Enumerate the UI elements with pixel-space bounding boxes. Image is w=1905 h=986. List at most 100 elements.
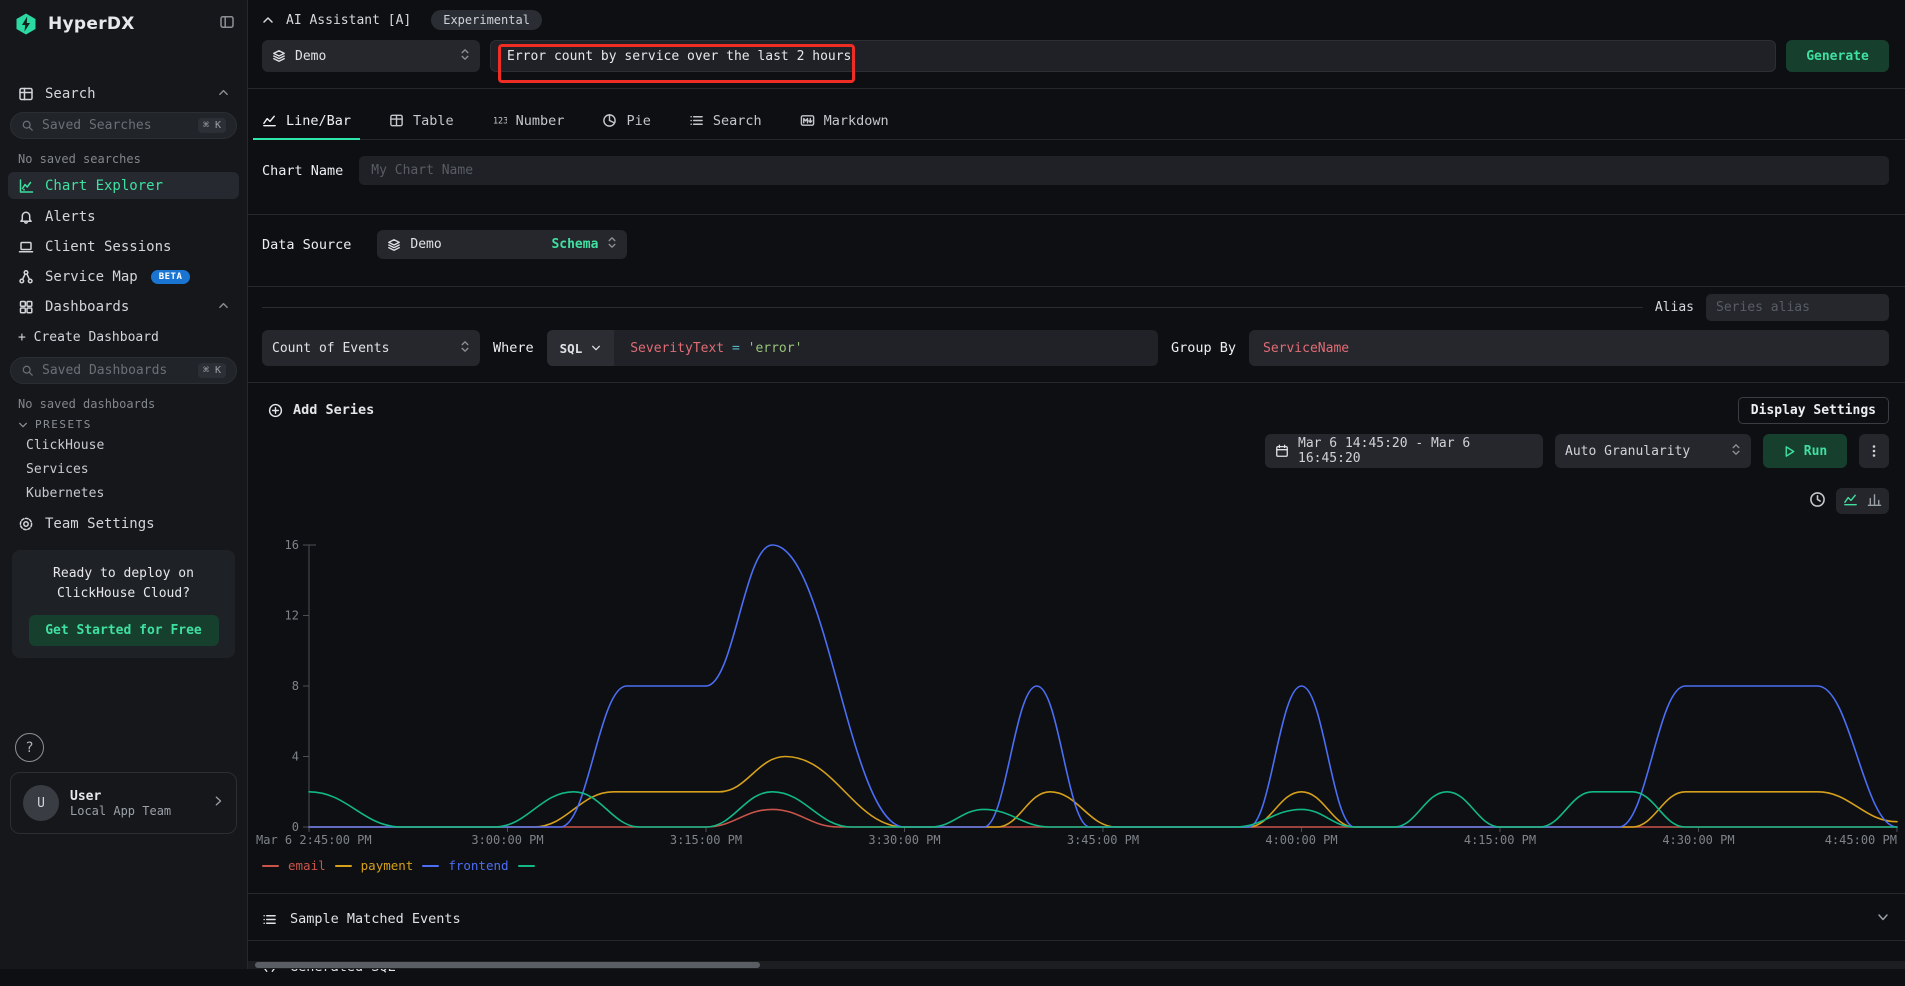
group-by-input[interactable] — [1249, 330, 1889, 366]
chevron-down-icon[interactable] — [1877, 911, 1889, 927]
aggregation-select[interactable]: Count of Events — [262, 330, 480, 366]
chart-type-tabs: Line/Bar Table 123 Number Pie Search Mar… — [262, 102, 1905, 140]
help-icon: ? — [25, 740, 33, 756]
logo-row: HyperDX — [14, 12, 235, 36]
divider — [248, 88, 1905, 89]
line-view-toggle[interactable] — [1843, 492, 1858, 511]
sidebar-item-label: Client Sessions — [45, 239, 171, 255]
where-expression-input[interactable]: SeverityText = 'error' — [614, 341, 818, 356]
chart-view-toggles — [1809, 488, 1889, 514]
where-field-token: SeverityText — [630, 341, 724, 356]
display-settings-button[interactable]: Display Settings — [1738, 397, 1889, 424]
divider — [248, 382, 1905, 383]
sidebar-item-search[interactable]: Search — [8, 80, 239, 107]
promo-text: Ready to deploy on ClickHouse Cloud? — [22, 564, 225, 603]
select-chevrons-icon — [460, 339, 470, 358]
series-line-frontend — [309, 545, 1897, 827]
sidebar-item-label: Team Settings — [45, 516, 155, 532]
divider — [262, 307, 1643, 308]
svg-text:4:30:00 PM: 4:30:00 PM — [1662, 833, 1734, 847]
legend-item-unnamed[interactable] — [518, 865, 535, 867]
more-options-button[interactable] — [1859, 434, 1889, 468]
add-series-button[interactable]: Add Series — [268, 402, 374, 418]
tab-number[interactable]: 123 Number — [492, 102, 565, 139]
chevron-right-icon — [212, 795, 224, 811]
tab-label: Table — [413, 113, 454, 129]
divider — [248, 893, 1905, 894]
chart-name-input[interactable] — [359, 156, 1889, 185]
alias-input[interactable] — [1706, 294, 1889, 321]
get-started-button[interactable]: Get Started for Free — [29, 615, 219, 646]
chevron-up-icon[interactable] — [218, 299, 229, 315]
preset-services[interactable]: Services — [26, 462, 89, 477]
chart-name-row: Chart Name — [262, 156, 1889, 185]
svg-text:4:15:00 PM: 4:15:00 PM — [1464, 833, 1536, 847]
preset-clickhouse[interactable]: ClickHouse — [26, 438, 104, 453]
sidebar-item-service-map[interactable]: Service Map BETA — [8, 263, 239, 290]
where-label: Where — [493, 340, 534, 356]
horizontal-scrollbar-thumb[interactable] — [255, 962, 760, 968]
laptop-icon — [18, 239, 34, 255]
series-row: Count of Events Where SQL SeverityText =… — [262, 330, 1889, 366]
svg-text:16: 16 — [285, 538, 299, 552]
play-icon — [1783, 445, 1796, 458]
sidebar-item-alerts[interactable]: Alerts — [8, 203, 239, 230]
svg-text:3:00:00 PM: 3:00:00 PM — [471, 833, 543, 847]
sidebar-item-team-settings[interactable]: Team Settings — [8, 510, 239, 537]
sidebar-collapse-icon[interactable] — [219, 14, 235, 34]
select-chevrons-icon — [1731, 442, 1741, 461]
series-line-unnamed — [309, 792, 1897, 827]
bell-icon — [18, 209, 34, 225]
chevron-up-icon[interactable] — [218, 86, 229, 102]
run-button[interactable]: Run — [1763, 434, 1847, 468]
legend-item-payment[interactable]: payment — [335, 858, 414, 873]
svg-text:8: 8 — [292, 679, 299, 693]
data-source-select[interactable]: Demo Schema — [377, 230, 627, 259]
saved-searches-placeholder: Saved Searches — [42, 118, 152, 133]
generate-button[interactable]: Generate — [1786, 40, 1889, 72]
data-source-row: Data Source Demo Schema — [262, 230, 627, 259]
sidebar-item-dashboards[interactable]: Dashboards — [8, 293, 239, 320]
language-value: SQL — [560, 341, 583, 356]
grid-icon — [18, 299, 34, 315]
granularity-select[interactable]: Auto Granularity — [1555, 434, 1751, 468]
schema-link[interactable]: Schema — [551, 237, 598, 252]
timeseries-chart[interactable]: 0481216Mar 6 2:45:00 PM3:00:00 PM3:15:00… — [248, 528, 1905, 862]
tab-line-bar[interactable]: Line/Bar — [262, 102, 351, 139]
create-dashboard-link[interactable]: + Create Dashboard — [18, 330, 159, 345]
preset-kubernetes[interactable]: Kubernetes — [26, 486, 104, 501]
language-select[interactable]: SQL — [547, 330, 615, 366]
add-series-label: Add Series — [293, 402, 374, 418]
saved-searches-input[interactable]: Saved Searches ⌘ K — [10, 112, 237, 139]
date-range-picker[interactable]: Mar 6 14:45:20 - Mar 6 16:45:20 — [1265, 434, 1543, 468]
legend-item-email[interactable]: email — [262, 858, 326, 873]
sample-events-section[interactable]: Sample Matched Events — [262, 900, 1889, 938]
sidebar-item-client-sessions[interactable]: Client Sessions — [8, 233, 239, 260]
legend-item-frontend[interactable]: frontend — [422, 858, 508, 873]
saved-dashboards-input[interactable]: Saved Dashboards ⌘ K — [10, 357, 237, 384]
chart-name-label: Chart Name — [262, 163, 343, 179]
chevron-up-icon[interactable] — [262, 14, 274, 26]
tab-markdown[interactable]: Markdown — [800, 102, 889, 139]
legend-swatch — [262, 865, 279, 867]
presets-header[interactable]: PRESETS — [18, 418, 92, 431]
sidebar-item-chart-explorer[interactable]: Chart Explorer — [8, 172, 239, 199]
where-value-token: 'error' — [748, 341, 803, 356]
bar-view-toggle[interactable] — [1867, 492, 1882, 511]
user-card[interactable]: U User Local App Team — [10, 772, 237, 834]
tab-table[interactable]: Table — [389, 102, 454, 139]
layers-icon — [387, 238, 401, 252]
ai-assistant-header[interactable]: AI Assistant [A] Experimental — [262, 10, 1889, 30]
clickhouse-cloud-promo: Ready to deploy on ClickHouse Cloud? Get… — [12, 550, 235, 658]
tab-pie[interactable]: Pie — [602, 102, 650, 139]
app-title: HyperDX — [48, 14, 135, 34]
ai-source-select[interactable]: Demo — [262, 40, 480, 72]
add-series-row: Add Series Display Settings — [268, 396, 1889, 424]
chevron-down-icon — [18, 420, 28, 430]
help-button[interactable]: ? — [15, 733, 44, 762]
ai-prompt-input[interactable] — [490, 40, 1776, 72]
divider — [248, 286, 1905, 287]
tab-search[interactable]: Search — [689, 102, 762, 139]
ai-source-value: Demo — [295, 49, 326, 64]
time-icon[interactable] — [1809, 491, 1826, 512]
